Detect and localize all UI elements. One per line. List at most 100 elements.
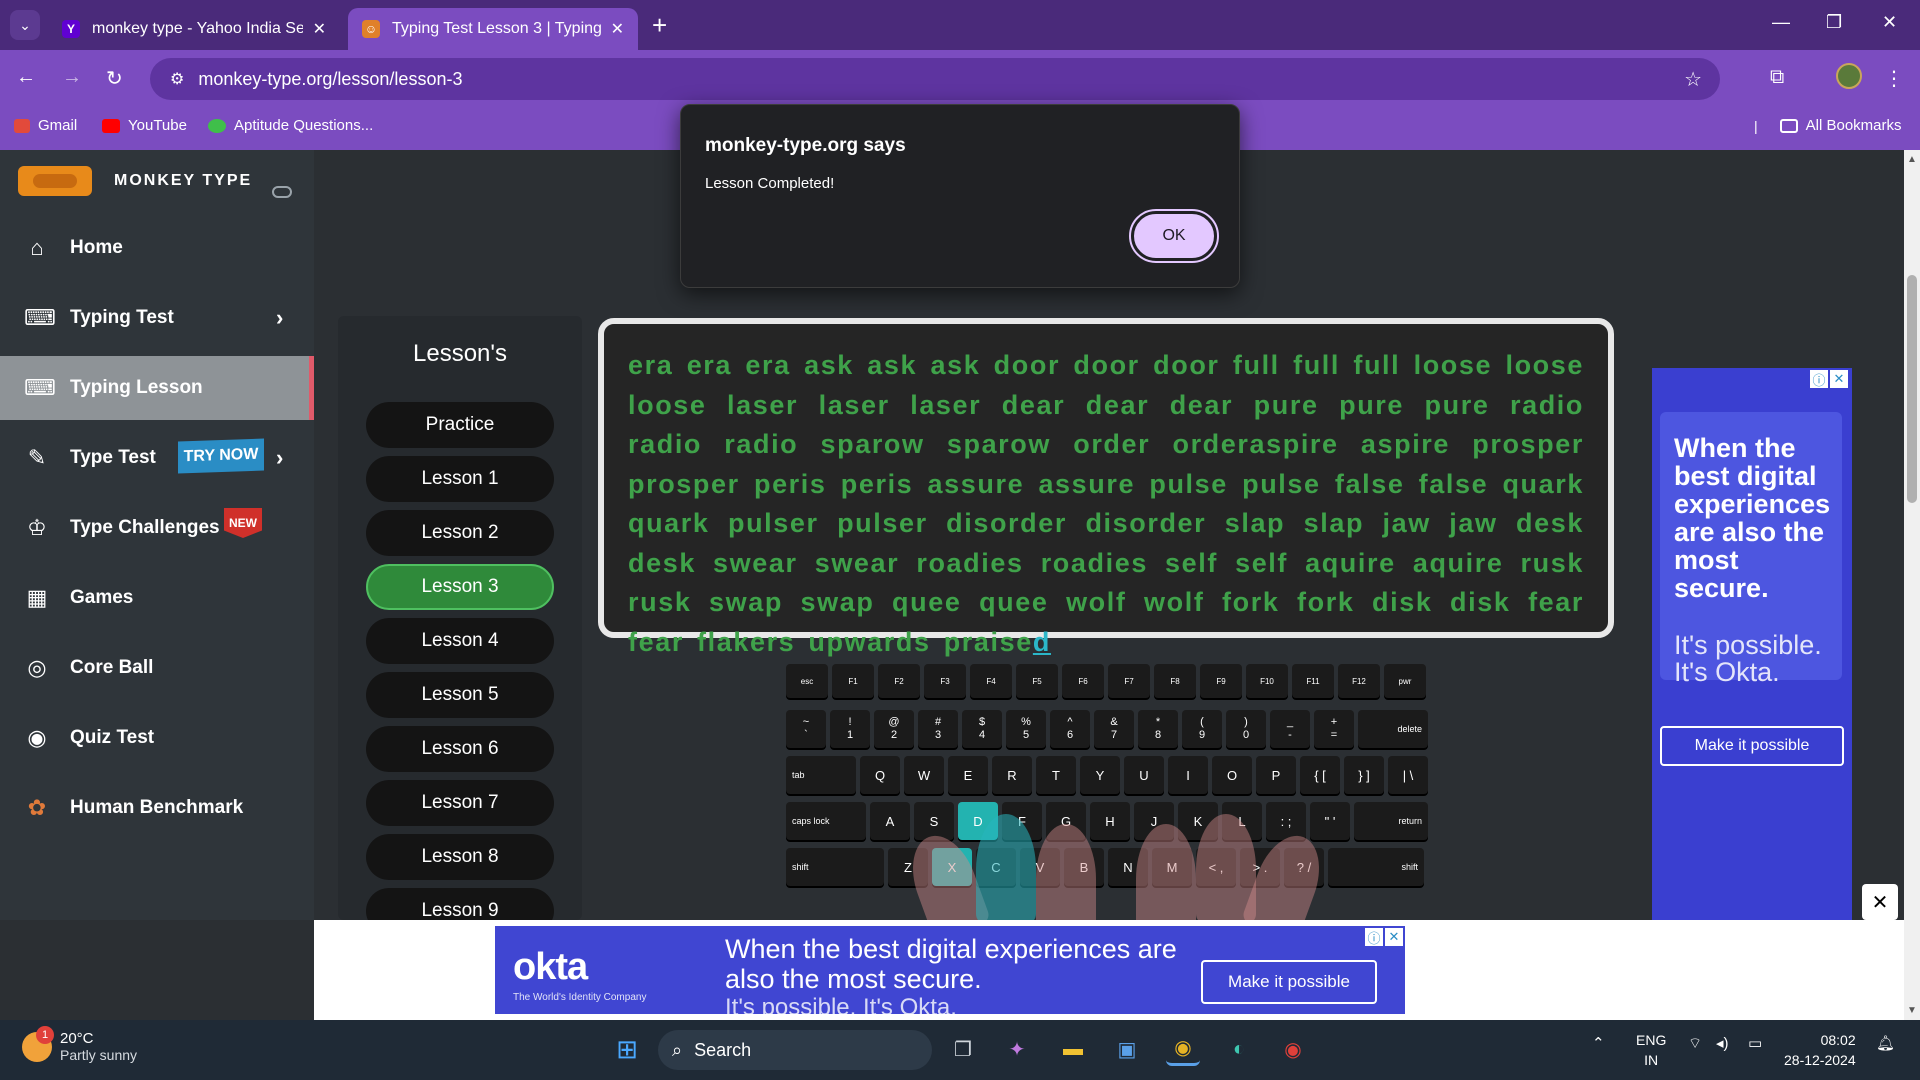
all-bookmarks[interactable]: | All Bookmarks: [1754, 117, 1902, 134]
scrollbar-thumb[interactable]: [1907, 275, 1917, 503]
copilot-icon[interactable]: ✦: [1000, 1032, 1034, 1066]
key-9: (9: [1182, 710, 1222, 748]
lesson-3-button[interactable]: Lesson 3: [366, 564, 554, 610]
forward-icon[interactable]: →: [62, 66, 82, 89]
file-explorer-icon[interactable]: ▬: [1056, 1032, 1090, 1066]
clock[interactable]: 08:02 28-12-2024: [1784, 1030, 1856, 1070]
ad-info-icon[interactable]: ⓘ: [1810, 370, 1828, 388]
brand[interactable]: MONKEY TYPE: [18, 166, 252, 196]
sidebar-item-type-test[interactable]: ✎ Type Test TRY NOW ›: [0, 426, 314, 490]
lesson-1-button[interactable]: Lesson 1: [366, 456, 554, 502]
key-7: & 7: [1094, 710, 1134, 748]
close-icon[interactable]: ✕: [313, 19, 326, 39]
chrome-icon[interactable]: ◉: [1166, 1032, 1200, 1066]
task-view-icon[interactable]: ❐: [946, 1032, 980, 1066]
ad-info-icon[interactable]: ⓘ: [1365, 928, 1383, 946]
reload-icon[interactable]: ↻: [106, 66, 123, 91]
key-8: * 8: [1138, 710, 1178, 748]
sidebar-item-games[interactable]: ▦ Games: [0, 566, 314, 630]
volume-icon[interactable]: ◂): [1716, 1034, 1729, 1052]
sidebar-item-label: Typing Lesson: [70, 377, 203, 398]
sidebar-item-type-challenges[interactable]: ♔ Type Challenges NEW: [0, 496, 314, 560]
bookmark-aptitude[interactable]: Aptitude Questions...: [208, 117, 373, 134]
gmail-icon: [14, 118, 30, 133]
tab-search-button[interactable]: ⌄: [10, 10, 40, 40]
sidebar-item-label: Home: [70, 237, 123, 258]
window-close-icon[interactable]: ✕: [1882, 12, 1897, 33]
sidebar-item-home[interactable]: ⌂ Home: [0, 216, 314, 280]
key-f4: F4: [970, 664, 1012, 698]
ok-button[interactable]: OK: [1129, 209, 1219, 263]
back-icon[interactable]: ←: [16, 66, 36, 89]
edge-icon[interactable]: ◐: [1222, 1032, 1256, 1066]
ad-cta-button[interactable]: Make it possible: [1201, 960, 1377, 1004]
lesson-8-button[interactable]: Lesson 8: [366, 834, 554, 880]
ad-close-icon[interactable]: ✕: [1830, 370, 1848, 388]
sidebar-item-human-benchmark[interactable]: ✿ Human Benchmark: [0, 776, 314, 840]
ad-cta-button[interactable]: Make it possible: [1660, 726, 1844, 766]
lesson-5-button[interactable]: Lesson 5: [366, 672, 554, 718]
profile-avatar[interactable]: [1836, 63, 1862, 89]
bookmark-youtube[interactable]: YouTube: [102, 117, 187, 134]
key-f9: F9: [1200, 664, 1242, 698]
sidebar-item-label: Games: [70, 587, 134, 608]
chrome-profile-icon[interactable]: ◉: [1276, 1032, 1310, 1066]
lesson-2-button[interactable]: Lesson 2: [366, 510, 554, 556]
battery-icon[interactable]: ▭: [1748, 1034, 1762, 1052]
key-5: % 5: [1006, 710, 1046, 748]
notification-bell-icon[interactable]: 🔔︎: [1876, 1034, 1895, 1052]
scroll-up-icon[interactable]: ▲: [1907, 154, 1917, 165]
minimize-icon[interactable]: —: [1772, 12, 1790, 33]
finger-shape: [1036, 824, 1096, 934]
sidebar-item-quiz-test[interactable]: ◉ Quiz Test: [0, 706, 314, 770]
sidebar-item-core-ball[interactable]: ◎ Core Ball: [0, 636, 314, 700]
sidebar-item-typing-lesson[interactable]: ⌨ Typing Lesson: [0, 356, 314, 420]
lesson-practice-button[interactable]: Practice: [366, 402, 554, 448]
language-indicator[interactable]: ENG IN: [1636, 1030, 1666, 1070]
site-info-icon[interactable]: ⚙: [170, 69, 184, 89]
key-f1: F1: [832, 664, 874, 698]
lesson-6-button[interactable]: Lesson 6: [366, 726, 554, 772]
bookmark-gmail[interactable]: Gmail: [14, 117, 77, 134]
store-icon[interactable]: ▣: [1110, 1032, 1144, 1066]
brand-name: MONKEY TYPE: [114, 172, 253, 189]
typing-area[interactable]: era era era ask ask ask door door door f…: [598, 318, 1614, 657]
sidebar-item-typing-test[interactable]: ⌨ Typing Test ›: [0, 286, 314, 350]
bookmark-star-icon[interactable]: ☆: [1684, 67, 1702, 92]
weather-widget[interactable]: 1 20°C Partly sunny: [22, 1025, 138, 1063]
windows-start-icon[interactable]: ⊞: [610, 1032, 644, 1066]
tab-yahoo[interactable]: Y monkey type - Yahoo India Sear ✕: [48, 8, 340, 50]
okta-logo: okta: [513, 946, 588, 988]
key-q: Q: [860, 756, 900, 794]
sidebar-item-label: Type Test: [70, 447, 156, 468]
ad-headline: When the best digital experiences are al…: [1674, 433, 1831, 603]
ad-close-icon[interactable]: ✕: [1385, 928, 1403, 946]
okta-tagline: The World's Identity Company: [513, 992, 647, 1003]
theme-toggle-icon[interactable]: [272, 186, 292, 198]
lesson-7-button[interactable]: Lesson 7: [366, 780, 554, 826]
chevron-up-icon[interactable]: ⌃: [1592, 1034, 1605, 1052]
close-icon[interactable]: ✕: [611, 19, 624, 39]
key-=: + =: [1314, 710, 1354, 748]
key-f2: F2: [878, 664, 920, 698]
ad-right[interactable]: ⓘ ✕ When the best digital experiences ar…: [1652, 368, 1852, 920]
wifi-icon[interactable]: ⌔: [1688, 1034, 1702, 1053]
scroll-down-icon[interactable]: ▼: [1907, 1005, 1917, 1016]
page-scrollbar[interactable]: ▲ ▼: [1904, 150, 1920, 1020]
extensions-icon[interactable]: ⧉: [1770, 66, 1784, 89]
restore-icon[interactable]: ❐: [1826, 12, 1842, 33]
tab-monkeytype[interactable]: ☺ Typing Test Lesson 3 | Typing Te ✕: [348, 8, 638, 50]
menu-icon[interactable]: ⋮: [1884, 66, 1904, 91]
taskbar-search[interactable]: ⌕ Search: [658, 1030, 932, 1070]
temperature: 20°C: [60, 1030, 94, 1047]
weather-condition: Partly sunny: [60, 1047, 138, 1063]
bottom-ad-banner[interactable]: okta The World's Identity Company When t…: [495, 926, 1405, 1021]
new-tab-button[interactable]: +: [652, 10, 667, 41]
address-bar[interactable]: ⚙ monkey-type.org/lesson/lesson-3 ☆: [150, 58, 1720, 100]
youtube-icon: [102, 118, 120, 133]
keyboard-icon: ⌨: [24, 375, 56, 400]
ad-card: When the best digital experiences are al…: [1660, 412, 1842, 686]
lesson-4-button[interactable]: Lesson 4: [366, 618, 554, 664]
sticky-ad-close-icon[interactable]: ✕: [1862, 884, 1898, 920]
time: 08:02: [1820, 1032, 1856, 1048]
